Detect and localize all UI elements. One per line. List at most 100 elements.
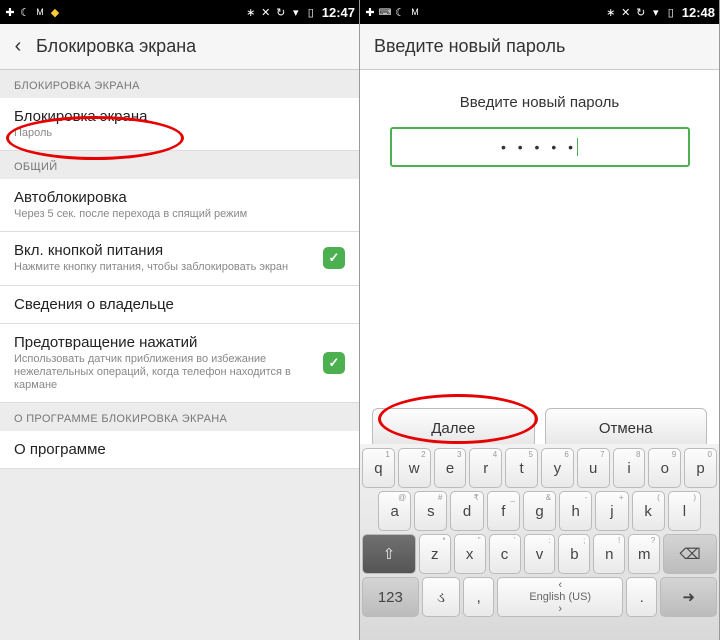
back-icon[interactable]: ‹: [8, 37, 28, 57]
sync-icon: ↻: [635, 6, 647, 18]
row-autolock[interactable]: Автоблокировка Через 5 сек. после перехо…: [0, 179, 359, 232]
key-n[interactable]: !n: [593, 534, 625, 574]
section-label-general: ОБЩИЙ: [0, 151, 359, 179]
key-d[interactable]: ₹d: [450, 491, 483, 531]
battery-icon: ▯: [665, 6, 677, 18]
moon-icon: ☾: [394, 6, 406, 18]
enter-key[interactable]: ➜: [660, 577, 717, 617]
wifi-icon: ▾: [650, 6, 662, 18]
key-s[interactable]: #s: [414, 491, 447, 531]
key-x[interactable]: "x: [454, 534, 486, 574]
swype-key[interactable]: ડ: [422, 577, 460, 617]
plus-icon: ✚: [4, 6, 16, 18]
key-j[interactable]: +j: [595, 491, 628, 531]
key-b[interactable]: ;b: [558, 534, 590, 574]
row-screen-lock[interactable]: Блокировка экрана Пароль: [0, 98, 359, 151]
keyboard-row-3: ⇧ *z"x'c:v;b!n?m ⌫: [362, 534, 717, 574]
key-k[interactable]: (k: [632, 491, 665, 531]
app-icon: ◆: [49, 6, 61, 18]
key-r[interactable]: 4r: [469, 448, 502, 488]
key-y[interactable]: 6y: [541, 448, 574, 488]
mail-icon: M: [34, 6, 46, 18]
status-clock: 12:48: [682, 5, 715, 20]
next-button[interactable]: Далее: [372, 408, 535, 448]
row-title: О программе: [14, 441, 345, 458]
row-title: Сведения о владельце: [14, 296, 345, 313]
button-label: Отмена: [599, 420, 653, 437]
status-clock: 12:47: [322, 5, 355, 20]
section-label-about: О ПРОГРАММЕ БЛОКИРОВКА ЭКРАНА: [0, 403, 359, 431]
mute-icon: ✕: [620, 6, 632, 18]
row-title: Предотвращение нажатий: [14, 334, 323, 351]
keyboard-icon: ⌨: [379, 6, 391, 18]
bluetooth-icon: ∗: [245, 6, 257, 18]
key-f[interactable]: _f: [487, 491, 520, 531]
key-label: ,: [477, 589, 481, 606]
key-q[interactable]: 1q: [362, 448, 395, 488]
key-m[interactable]: ?m: [628, 534, 660, 574]
key-u[interactable]: 7u: [577, 448, 610, 488]
key-p[interactable]: 0p: [684, 448, 717, 488]
battery-icon: ▯: [305, 6, 317, 18]
row-sub: Нажмите кнопку питания, чтобы заблокиров…: [14, 261, 323, 274]
text-caret: [577, 138, 578, 156]
shift-key[interactable]: ⇧: [362, 534, 416, 574]
row-title: Вкл. кнопкой питания: [14, 242, 323, 259]
backspace-key[interactable]: ⌫: [663, 534, 717, 574]
phone-right: ✚ ⌨ ☾ M ∗ ✕ ↻ ▾ ▯ 12:48 Введите новый па…: [360, 0, 720, 640]
comma-key[interactable]: ,: [463, 577, 494, 617]
key-a[interactable]: @a: [378, 491, 411, 531]
section-label-lock: БЛОКИРОВКА ЭКРАНА: [0, 70, 359, 98]
row-owner-info[interactable]: Сведения о владельце: [0, 286, 359, 324]
key-i[interactable]: 8i: [613, 448, 646, 488]
symbols-key[interactable]: 123: [362, 577, 419, 617]
header-bar: Введите новый пароль: [360, 24, 719, 70]
mail-icon: M: [409, 6, 421, 18]
wifi-icon: ▾: [290, 6, 302, 18]
sync-icon: ↻: [275, 6, 287, 18]
key-h[interactable]: -h: [559, 491, 592, 531]
page-title: Блокировка экрана: [36, 36, 196, 57]
key-l[interactable]: )l: [668, 491, 701, 531]
checkbox-on-icon[interactable]: ✓: [323, 247, 345, 269]
plus-icon: ✚: [364, 6, 376, 18]
key-label: 123: [378, 589, 403, 606]
row-about[interactable]: О программе: [0, 431, 359, 469]
key-v[interactable]: :v: [524, 534, 556, 574]
key-z[interactable]: *z: [419, 534, 451, 574]
key-g[interactable]: &g: [523, 491, 556, 531]
cancel-button[interactable]: Отмена: [545, 408, 708, 448]
status-bar: ✚ ☾ M ◆ ∗ ✕ ↻ ▾ ▯ 12:47: [0, 0, 359, 24]
header-bar: ‹ Блокировка экрана: [0, 24, 359, 70]
keyboard-row-1: 1q2w3e4r5t6y7u8i9o0p: [362, 448, 717, 488]
status-bar: ✚ ⌨ ☾ M ∗ ✕ ↻ ▾ ▯ 12:48: [360, 0, 719, 24]
row-touch-prevent[interactable]: Предотвращение нажатий Использовать датч…: [0, 324, 359, 404]
button-label: Далее: [431, 420, 475, 437]
row-sub: Через 5 сек. после перехода в спящий реж…: [14, 208, 345, 221]
row-sub: Пароль: [14, 127, 345, 140]
page-title: Введите новый пароль: [374, 36, 565, 57]
row-sub: Использовать датчик приближения во избеж…: [14, 353, 323, 393]
key-e[interactable]: 3e: [434, 448, 467, 488]
password-input[interactable]: • • • • •: [390, 127, 690, 167]
key-o[interactable]: 9o: [648, 448, 681, 488]
soft-keyboard: 1q2w3e4r5t6y7u8i9o0p @a#s₹d_f&g-h+j(k)l …: [360, 444, 719, 640]
mute-icon: ✕: [260, 6, 272, 18]
settings-list: БЛОКИРОВКА ЭКРАНА Блокировка экрана Паро…: [0, 70, 359, 640]
checkbox-on-icon[interactable]: ✓: [323, 352, 345, 374]
password-screen: Введите новый пароль • • • • • Далее Отм…: [360, 70, 719, 640]
key-w[interactable]: 2w: [398, 448, 431, 488]
phone-left: ✚ ☾ M ◆ ∗ ✕ ↻ ▾ ▯ 12:47 ‹ Блокировка экр…: [0, 0, 360, 640]
period-key[interactable]: .: [626, 577, 657, 617]
bluetooth-icon: ∗: [605, 6, 617, 18]
button-row: Далее Отмена: [360, 408, 719, 448]
row-power-lock[interactable]: Вкл. кнопкой питания Нажмите кнопку пита…: [0, 232, 359, 285]
password-prompt: Введите новый пароль: [360, 94, 719, 111]
row-title: Автоблокировка: [14, 189, 345, 206]
row-title: Блокировка экрана: [14, 108, 345, 125]
key-c[interactable]: 'c: [489, 534, 521, 574]
key-label: .: [640, 589, 644, 606]
space-key[interactable]: ‹ English (US) ›: [497, 577, 623, 617]
keyboard-row-4: 123 ડ , ‹ English (US) › . ➜: [362, 577, 717, 617]
key-t[interactable]: 5t: [505, 448, 538, 488]
